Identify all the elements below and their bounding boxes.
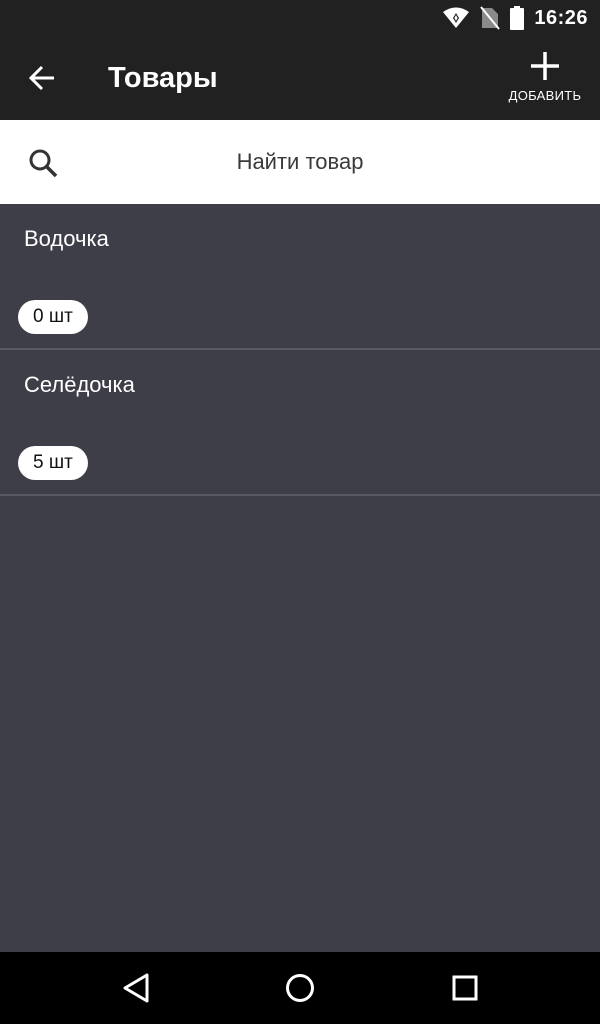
quantity-badge: 5 шт [18, 446, 88, 480]
list-item[interactable]: Селёдочка 5 шт [0, 350, 600, 496]
arrow-left-icon [28, 65, 54, 91]
add-product-button[interactable]: ДОБАВИТЬ [500, 50, 590, 114]
search-icon[interactable] [28, 148, 58, 178]
plus-icon [531, 52, 559, 80]
app-screen: 16:26 Товары ДОБАВИТЬ Найти товар Водочк… [0, 0, 600, 1024]
search-input[interactable] [80, 140, 520, 184]
nav-recent-icon [452, 975, 478, 1001]
back-button[interactable] [18, 54, 66, 102]
product-name: Селёдочка [24, 372, 135, 397]
nav-back-button[interactable] [116, 968, 156, 1008]
search-bar [0, 120, 600, 204]
product-name: Водочка [24, 226, 109, 251]
add-button-label: ДОБАВИТЬ [508, 88, 582, 103]
product-list: Водочка 0 шт Селёдочка 5 шт [0, 204, 600, 496]
nav-back-icon [123, 973, 149, 1003]
status-bar: 16:26 [0, 0, 600, 36]
no-sim-icon [480, 6, 501, 30]
navigation-bar [0, 952, 600, 1024]
battery-icon [510, 6, 525, 30]
nav-home-button[interactable] [280, 968, 320, 1008]
status-time: 16:26 [534, 6, 588, 29]
list-item[interactable]: Водочка 0 шт [0, 204, 600, 350]
toolbar: Товары ДОБАВИТЬ [0, 36, 600, 120]
nav-recent-button[interactable] [445, 968, 485, 1008]
nav-home-icon [286, 974, 314, 1002]
quantity-badge: 0 шт [18, 300, 88, 334]
wifi-icon [442, 6, 470, 30]
page-title: Товары [108, 62, 218, 94]
